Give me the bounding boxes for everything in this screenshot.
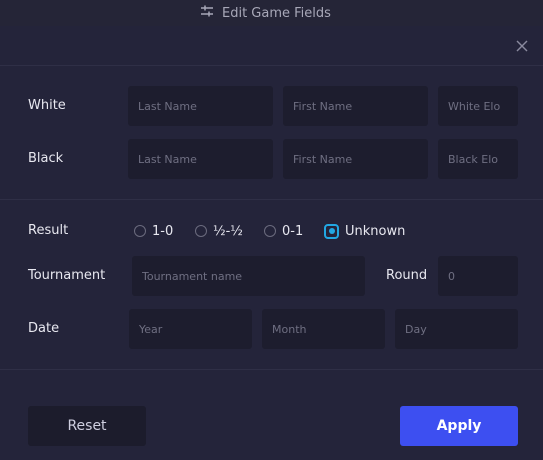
black-label: Black	[28, 151, 64, 166]
black-first-name-input[interactable]	[283, 139, 428, 179]
reset-button[interactable]: Reset	[28, 406, 146, 446]
white-last-name-input[interactable]	[128, 86, 273, 126]
top-bar: Edit Game Fields	[0, 0, 543, 26]
apply-button[interactable]: Apply	[400, 406, 518, 446]
sliders-icon	[200, 5, 214, 21]
white-label: White	[28, 98, 66, 113]
date-year-input[interactable]	[129, 309, 252, 349]
edit-game-fields-title: Edit Game Fields	[222, 5, 331, 21]
round-label: Round	[386, 268, 428, 283]
result-option-label: Unknown	[345, 223, 406, 239]
date-label: Date	[28, 321, 60, 336]
tournament-name-input[interactable]	[132, 256, 365, 296]
date-day-input[interactable]	[395, 309, 518, 349]
result-option-black-wins[interactable]: 0-1	[264, 223, 303, 239]
radio-circle-icon	[195, 225, 207, 237]
result-option-white-wins[interactable]: 1-0	[134, 223, 173, 239]
round-input[interactable]	[438, 256, 518, 296]
result-option-draw[interactable]: ½-½	[195, 223, 243, 239]
result-option-label: 1-0	[152, 223, 174, 239]
white-first-name-input[interactable]	[283, 86, 428, 126]
close-icon[interactable]	[515, 38, 529, 52]
result-option-unknown[interactable]: Unknown	[324, 223, 405, 239]
tournament-label: Tournament	[28, 268, 106, 283]
dialog-header	[0, 26, 543, 66]
black-elo-input[interactable]	[438, 139, 518, 179]
radio-circle-icon	[264, 225, 276, 237]
edit-game-fields-dialog: White Black Result 1-0 ½-½ 0-1 Unknown T…	[0, 26, 543, 460]
section-divider	[0, 199, 543, 200]
result-label: Result	[28, 223, 69, 238]
result-option-label: ½-½	[213, 223, 243, 239]
date-month-input[interactable]	[262, 309, 385, 349]
black-last-name-input[interactable]	[128, 139, 273, 179]
radio-checked-icon	[324, 223, 339, 239]
result-option-label: 0-1	[282, 223, 304, 239]
radio-circle-icon	[134, 225, 146, 237]
white-elo-input[interactable]	[438, 86, 518, 126]
edit-game-fields-header[interactable]: Edit Game Fields	[200, 4, 331, 22]
footer-divider	[0, 369, 543, 370]
